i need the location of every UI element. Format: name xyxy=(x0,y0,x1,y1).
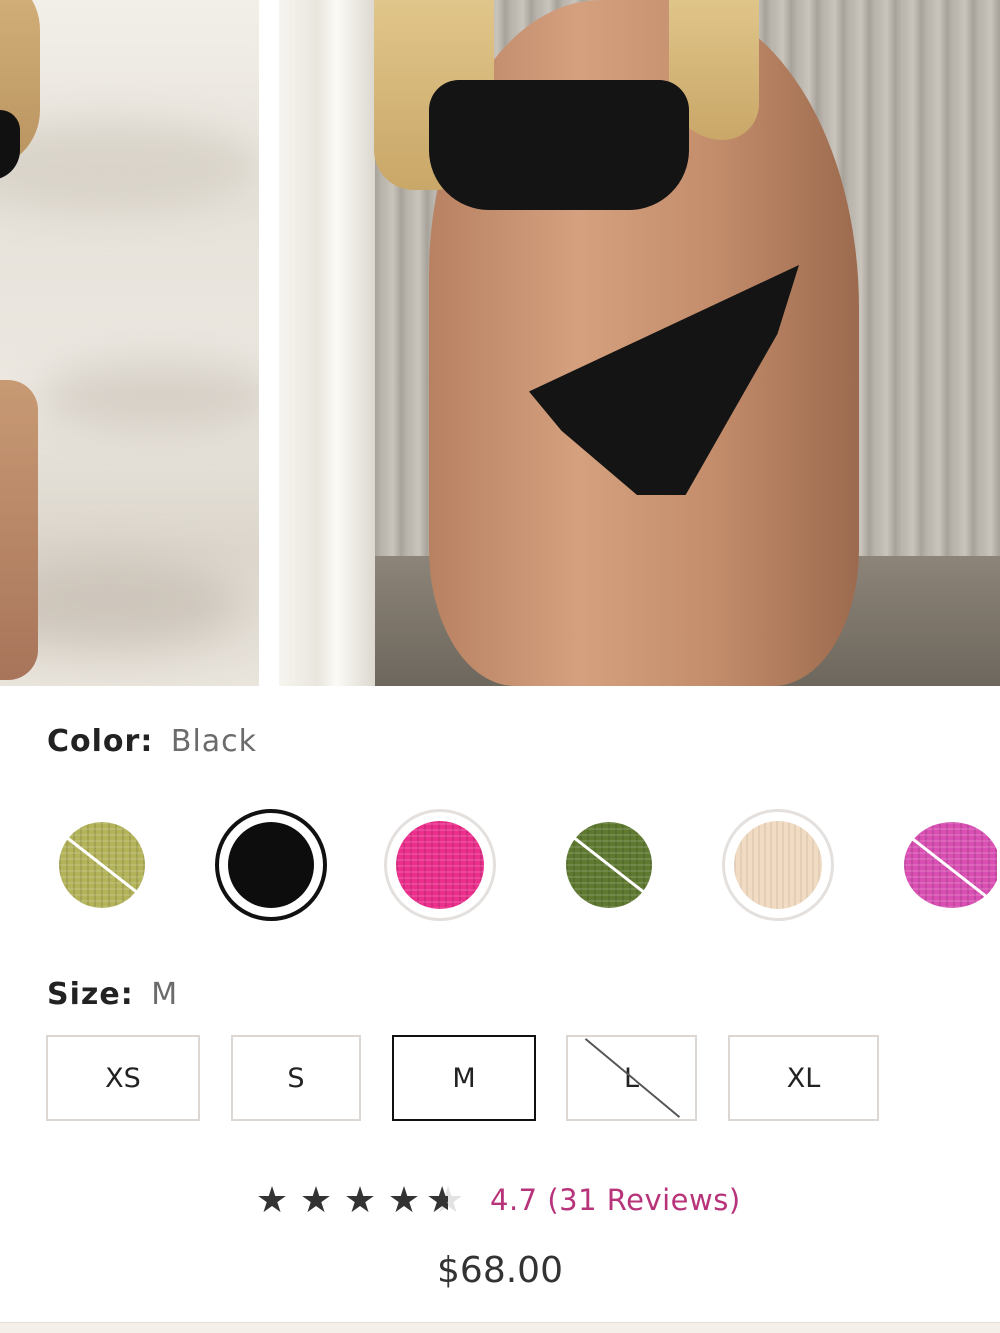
star-full-icon: ★ xyxy=(343,1179,377,1221)
product-photo-current[interactable] xyxy=(279,0,1000,686)
color-swatch-khaki-green[interactable] xyxy=(553,809,665,921)
star-full-icon: ★ xyxy=(387,1179,421,1221)
unavailable-strike-icon xyxy=(584,1038,681,1118)
star-full-icon: ★ xyxy=(299,1179,333,1221)
white-post xyxy=(279,0,375,686)
size-option-xl[interactable]: XL xyxy=(728,1035,879,1121)
size-option-m[interactable]: M xyxy=(392,1035,536,1121)
size-option-l[interactable]: L xyxy=(566,1035,697,1121)
product-options-page: Color: Black Size: M XS S M XL ★ ★ ★ ★ ★… xyxy=(0,0,1000,1333)
star-partial-fill: ★ xyxy=(426,1179,448,1221)
sand-shadow xyxy=(0,120,259,210)
color-label: Color: Black xyxy=(47,722,257,762)
color-swatch-black[interactable] xyxy=(215,809,327,921)
size-option-label: S xyxy=(287,1062,305,1094)
color-swatch-olive[interactable] xyxy=(46,809,158,921)
color-swatch-pink[interactable] xyxy=(384,809,496,921)
model-arm xyxy=(0,380,38,680)
size-option-label: XS xyxy=(105,1062,141,1094)
swatch-fill xyxy=(734,821,822,909)
product-image-gallery[interactable] xyxy=(0,0,1000,686)
reviews-link[interactable]: 4.7 (31 Reviews) xyxy=(490,1183,741,1217)
size-option-label: M xyxy=(452,1062,476,1094)
star-partial-icon: ★ ★ xyxy=(426,1179,465,1221)
color-swatch-orchid[interactable] xyxy=(891,809,1000,921)
star-full-icon: ★ xyxy=(255,1179,289,1221)
color-selected-value: Black xyxy=(170,724,258,759)
size-option-label: XL xyxy=(786,1062,821,1094)
swatch-fill xyxy=(228,822,314,908)
color-label-key: Color: xyxy=(47,724,154,759)
product-rating[interactable]: ★ ★ ★ ★ ★ ★ 4.7 (31 Reviews) xyxy=(250,1175,741,1225)
size-option-xs[interactable]: XS xyxy=(46,1035,200,1121)
bikini-top xyxy=(429,80,689,210)
product-photo-previous[interactable] xyxy=(0,0,259,686)
sand-shadow xyxy=(40,360,259,430)
swatch-fill xyxy=(396,821,484,909)
size-option-s[interactable]: S xyxy=(231,1035,361,1121)
color-swatch-cream[interactable] xyxy=(722,809,834,921)
size-label-key: Size: xyxy=(47,977,134,1012)
product-price: $68.00 xyxy=(437,1250,563,1291)
bottom-bar xyxy=(0,1322,1000,1333)
size-selected-value: M xyxy=(151,977,179,1012)
size-label: Size: M xyxy=(47,975,178,1015)
